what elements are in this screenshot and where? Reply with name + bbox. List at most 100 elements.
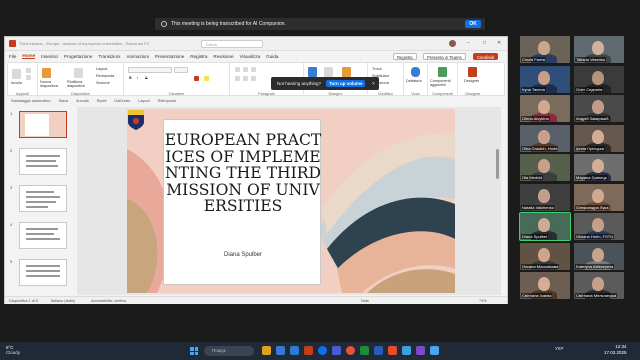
excel-icon[interactable] [360, 346, 369, 355]
participant-tile[interactable]: Олег Седнягів [574, 65, 624, 93]
banner-ok-button[interactable]: OK [465, 20, 481, 28]
participant-tile[interactable]: Оксана Мосьмікова [520, 242, 570, 270]
tab-insert[interactable]: Inserisci [41, 54, 58, 59]
participant-tile[interactable]: Olha Gradich, Horbi [520, 124, 570, 152]
participant-tile[interactable]: Diana Spulber [519, 212, 571, 241]
participant-tile[interactable]: Олександра Лука [574, 183, 624, 211]
zoom-level[interactable]: 73% [479, 299, 487, 303]
shapes-icon[interactable] [308, 67, 317, 77]
clock[interactable]: 12:34 17.03.2025 [604, 344, 627, 356]
arrange-icon[interactable] [324, 67, 333, 77]
participant-tile[interactable]: Iryna Taneva [520, 65, 570, 93]
mail-icon[interactable] [430, 346, 439, 355]
tab-file[interactable]: File [9, 54, 16, 59]
tab-help[interactable]: Guida [266, 54, 278, 59]
share-button[interactable]: Condividi [473, 53, 499, 60]
slide-thumbnail-5[interactable] [19, 259, 67, 286]
current-slide[interactable]: EUROPEAN PRACTICES OF IMPLEMENTING THE T… [127, 109, 455, 293]
slide-thumbnail-2[interactable] [19, 148, 67, 175]
teams-icon[interactable] [332, 346, 341, 355]
strike-button[interactable]: S [145, 76, 148, 80]
italic-button[interactable]: I [137, 76, 138, 80]
language-indicator[interactable]: УКР [555, 346, 563, 351]
participant-tile[interactable]: Olena Aloykina [520, 95, 570, 122]
participant-tile[interactable]: Oksana Horin, FSTU [574, 213, 624, 240]
highlight-icon[interactable] [204, 76, 209, 81]
redo-button[interactable]: Ripeti [97, 99, 107, 103]
taskbar-search[interactable]: Пошук [204, 346, 254, 356]
from-beginning-button[interactable]: Dall'inizio [114, 99, 130, 103]
cut-icon[interactable] [26, 68, 31, 73]
font-name-dropdown[interactable] [128, 67, 172, 73]
participant-tile[interactable]: Марина Гринець [574, 154, 624, 181]
addins-icon[interactable] [438, 67, 447, 77]
telegram-icon[interactable] [402, 346, 411, 355]
slide-thumbnail-3[interactable] [19, 185, 67, 212]
slide-author[interactable]: Diana Spulber [164, 252, 322, 258]
chrome-icon[interactable] [346, 346, 355, 355]
participant-tile[interactable]: Ola Medvid [520, 154, 570, 181]
qat-reset-button[interactable]: Reimposta [158, 99, 176, 103]
vertical-scrollbar[interactable] [496, 149, 499, 179]
tab-slideshow[interactable]: Presentazione [155, 54, 184, 59]
align-right-icon[interactable] [251, 76, 256, 81]
slide-thumbnail-4[interactable] [19, 222, 67, 249]
file-explorer-icon[interactable] [262, 346, 271, 355]
slide-title[interactable]: EUROPEAN PRACTICES OF IMPLEMENTING THE T… [164, 132, 322, 215]
slide-thumbnail-1[interactable] [19, 111, 67, 138]
font-color-icon[interactable] [194, 76, 199, 81]
bullets-icon[interactable] [235, 67, 240, 72]
indent-icon[interactable] [251, 67, 256, 72]
reuse-slides-icon[interactable] [74, 68, 83, 78]
dictate-icon[interactable] [411, 67, 420, 77]
tab-review[interactable]: Revisione [213, 54, 233, 59]
align-left-icon[interactable] [235, 76, 240, 81]
paste-icon[interactable] [12, 69, 21, 79]
quick-styles-icon[interactable] [342, 67, 351, 77]
close-icon[interactable]: ✕ [371, 81, 375, 87]
store-icon[interactable] [290, 346, 299, 355]
tab-animations[interactable]: Animazioni [126, 54, 148, 59]
participant-tile[interactable]: Kateryna Alekseyeva [574, 242, 624, 270]
zoom-taskbar-icon[interactable] [318, 346, 327, 355]
numbering-icon[interactable] [243, 67, 248, 72]
pdf-icon[interactable] [388, 346, 397, 355]
participant-tile[interactable]: Tatiana Vasenko [574, 36, 624, 63]
viber-icon[interactable] [416, 346, 425, 355]
participant-tile[interactable]: Cinzia Farrisi [520, 36, 570, 63]
participant-tile[interactable]: Світлана Ісаєва [520, 272, 570, 299]
align-center-icon[interactable] [243, 76, 248, 81]
tab-home[interactable]: Home [22, 53, 36, 59]
minimize-icon[interactable]: – [467, 40, 470, 46]
weather-widget[interactable]: 5°C Cloudy [6, 345, 20, 355]
qat-layout-button[interactable]: Layout [138, 99, 149, 103]
tab-view[interactable]: Visualizza [240, 54, 261, 59]
edge-icon[interactable] [276, 346, 285, 355]
turn-up-volume-button[interactable]: Turn up volume [326, 80, 366, 87]
user-avatar[interactable] [449, 40, 456, 47]
bold-button[interactable]: B [129, 76, 132, 80]
notes-button[interactable]: Note [361, 299, 369, 303]
section-button[interactable]: Sezione [96, 81, 110, 85]
copy-icon[interactable] [26, 75, 31, 80]
undo-button[interactable]: Annulla [76, 99, 89, 103]
reset-button[interactable]: Reimposta [96, 74, 114, 78]
accessibility-status[interactable]: Accessibilità: verifica [91, 299, 126, 303]
present-in-teams-button[interactable]: Presenta in Teams [423, 53, 466, 60]
font-size-dropdown[interactable] [174, 67, 188, 73]
tab-transitions[interactable]: Transizioni [98, 54, 120, 59]
participant-tile[interactable]: Андрій Закирзкий [574, 95, 624, 122]
close-icon[interactable]: ✕ [497, 40, 501, 46]
layout-button[interactable]: Layout [96, 67, 107, 71]
maximize-icon[interactable]: □ [483, 40, 486, 46]
save-button[interactable]: Salva [58, 99, 68, 103]
find-button[interactable]: Trova [372, 67, 382, 71]
word-icon[interactable] [374, 346, 383, 355]
autosave-toggle[interactable]: Salvataggio automatico [11, 99, 50, 103]
tab-design[interactable]: Progettazione [64, 54, 92, 59]
search-box[interactable]: Cerca [201, 40, 263, 48]
participant-tile[interactable]: Світлана Мельничука [574, 272, 624, 299]
participant-tile[interactable]: Natalia Valchenko [520, 183, 570, 211]
record-button[interactable]: Registra [393, 53, 417, 60]
participant-tile[interactable]: Ірина Гірінцька [574, 124, 624, 152]
